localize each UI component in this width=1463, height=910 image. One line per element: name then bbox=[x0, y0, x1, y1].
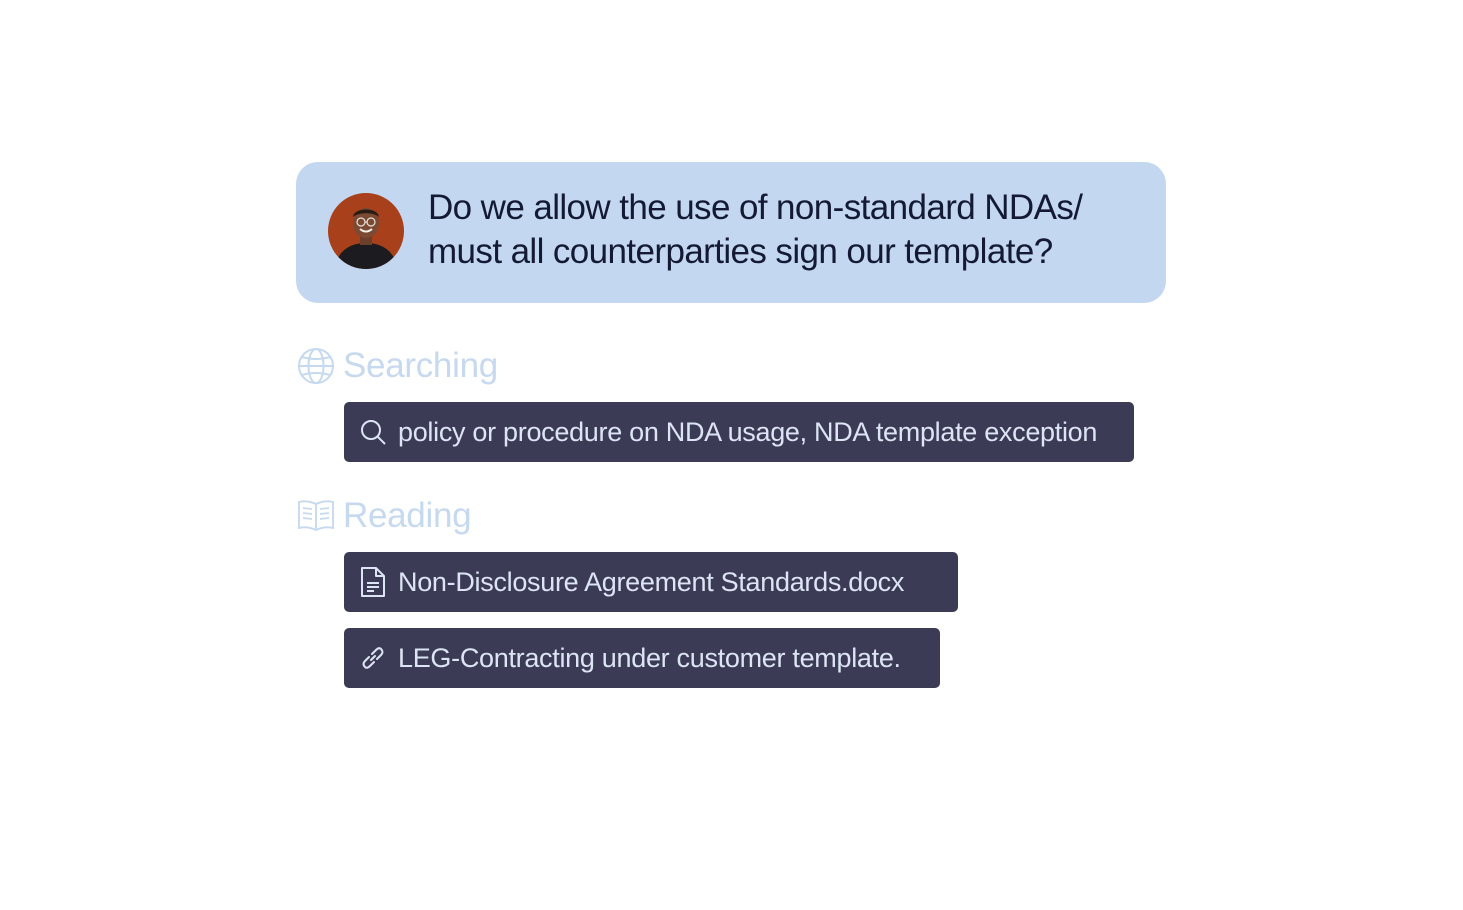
document-icon bbox=[358, 567, 388, 597]
reading-label: Reading bbox=[343, 496, 472, 535]
searching-label: Searching bbox=[343, 346, 498, 385]
user-avatar bbox=[328, 193, 404, 269]
search-icon bbox=[358, 417, 388, 447]
source-chip-document[interactable]: Non-Disclosure Agreement Standards.docx bbox=[344, 552, 958, 612]
book-icon bbox=[297, 497, 335, 535]
reading-header: Reading bbox=[297, 496, 472, 536]
globe-icon bbox=[297, 347, 335, 385]
question-card: Do we allow the use of non-standard NDAs… bbox=[296, 162, 1166, 303]
question-text: Do we allow the use of non-standard NDAs… bbox=[428, 188, 1083, 271]
search-query-chip[interactable]: policy or procedure on NDA usage, NDA te… bbox=[344, 402, 1134, 462]
source-document-text: Non-Disclosure Agreement Standards.docx bbox=[398, 566, 905, 597]
source-link-text: LEG-Contracting under customer template. bbox=[398, 642, 901, 673]
link-icon bbox=[358, 643, 388, 673]
searching-header: Searching bbox=[297, 346, 498, 386]
source-chip-link[interactable]: LEG-Contracting under customer template. bbox=[344, 628, 940, 688]
search-query-text: policy or procedure on NDA usage, NDA te… bbox=[398, 416, 1098, 447]
